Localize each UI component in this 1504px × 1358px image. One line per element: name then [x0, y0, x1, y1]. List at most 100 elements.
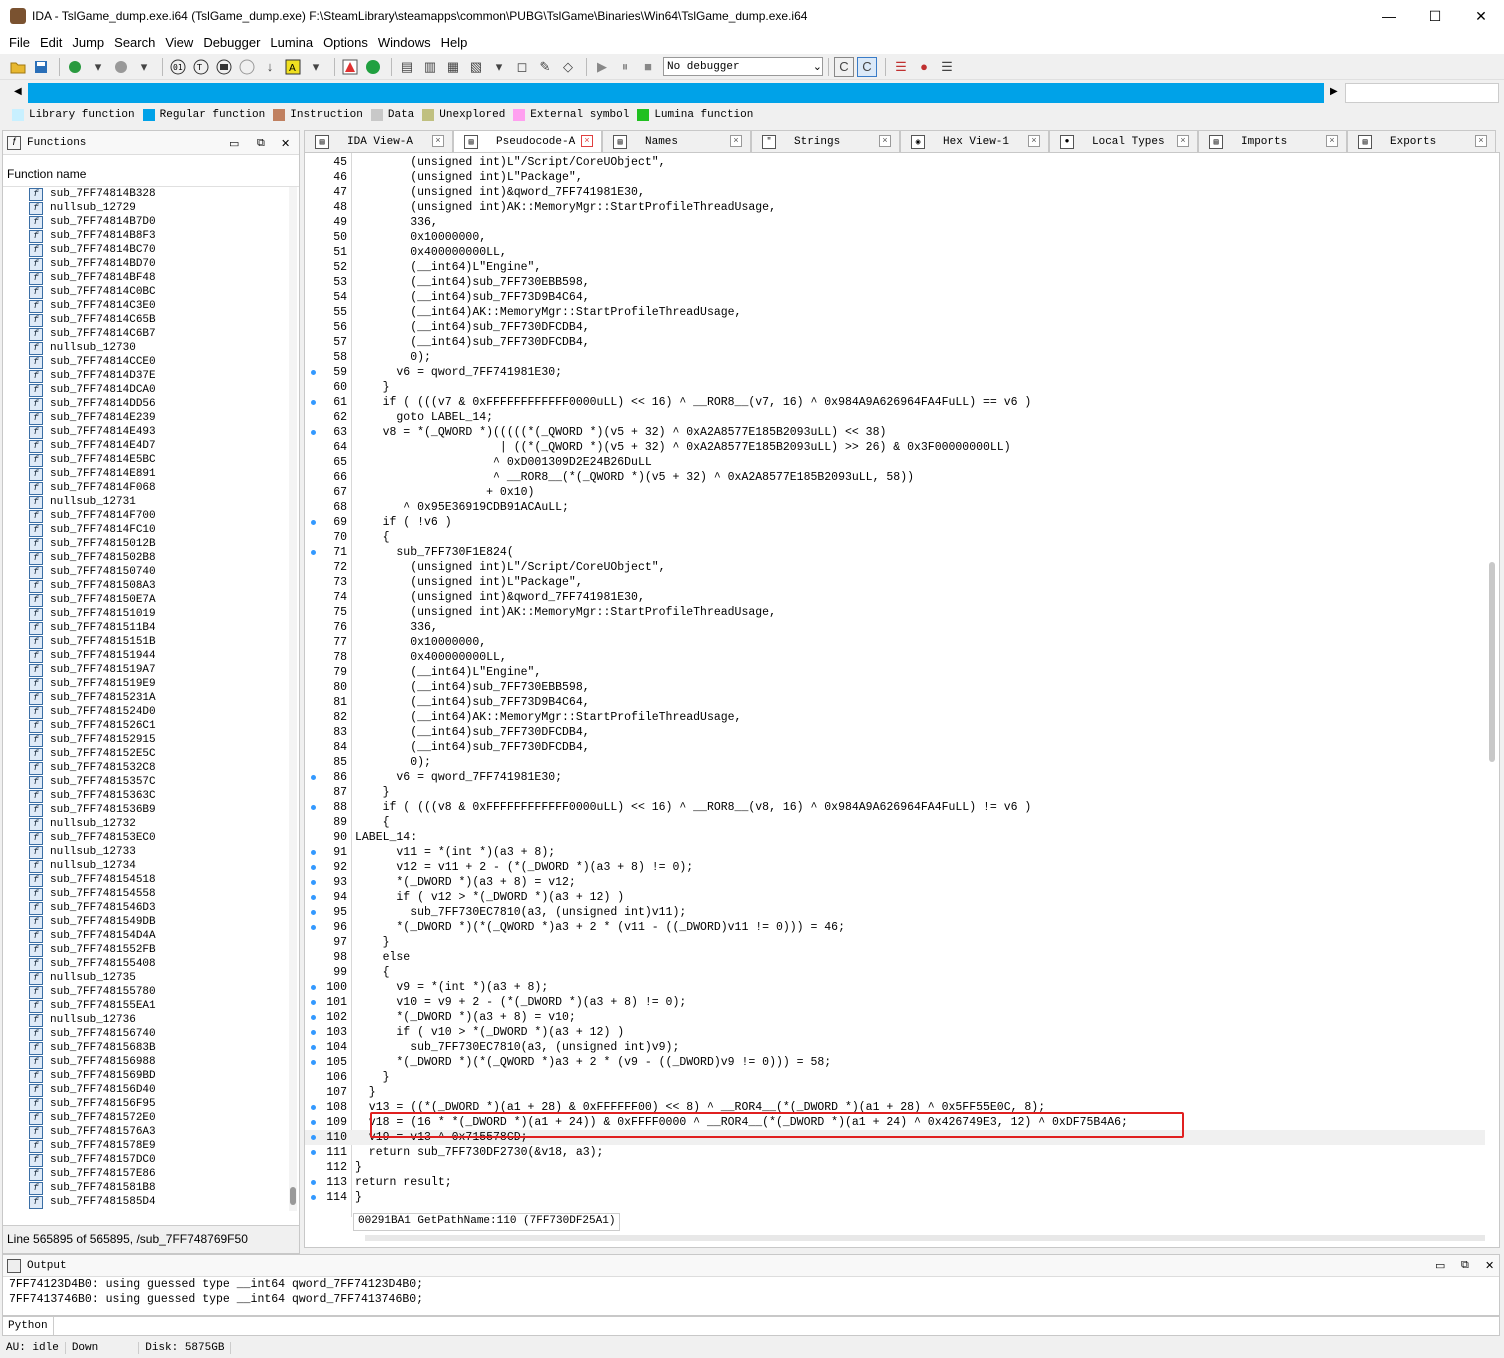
- menu-help[interactable]: Help: [436, 32, 473, 54]
- function-list-item[interactable]: f sub_7FF74814C65B: [3, 313, 299, 327]
- code-line[interactable]: 105 *(_DWORD *)(*(_QWORD *)a3 + 2 * (v9 …: [305, 1055, 1485, 1070]
- function-list-item[interactable]: f sub_7FF74814B7D0: [3, 215, 299, 229]
- function-list-item[interactable]: f sub_7FF748156740: [3, 1027, 299, 1041]
- menu-file[interactable]: File: [4, 32, 35, 54]
- function-list-item[interactable]: f sub_7FF7481524D0: [3, 705, 299, 719]
- function-list-item[interactable]: f sub_7FF7481569BD: [3, 1069, 299, 1083]
- function-list-item[interactable]: f sub_7FF748155780: [3, 985, 299, 999]
- function-list-item[interactable]: f sub_7FF7481502B8: [3, 551, 299, 565]
- search-next-icon[interactable]: [237, 57, 257, 77]
- breakpoint-list-icon[interactable]: ☰: [891, 57, 911, 77]
- struct-icon[interactable]: ▦: [443, 57, 463, 77]
- function-list-item[interactable]: f sub_7FF74814FC10: [3, 523, 299, 537]
- code-line[interactable]: 51 0x400000000LL,: [305, 245, 1485, 260]
- code-line[interactable]: 72 (unsigned int)L"/Script/CoreUObject",: [305, 560, 1485, 575]
- code-line[interactable]: 63 v8 = *(_QWORD *)(((((*(_QWORD *)(v5 +…: [305, 425, 1485, 440]
- diamond-icon[interactable]: ◇: [558, 57, 578, 77]
- code-line[interactable]: 96 *(_DWORD *)(*(_QWORD *)a3 + 2 * (v11 …: [305, 920, 1485, 935]
- pseudocode-refresh-icon[interactable]: C: [857, 56, 877, 77]
- code-line[interactable]: 49 336,: [305, 215, 1485, 230]
- nav-left-arrow-icon[interactable]: ◀: [14, 86, 22, 97]
- function-list-item[interactable]: f sub_7FF74814C6B7: [3, 327, 299, 341]
- python-button[interactable]: Python: [3, 1317, 54, 1335]
- code-line[interactable]: 46 (unsigned int)L"Package",: [305, 170, 1485, 185]
- function-list-item[interactable]: f sub_7FF74815151B: [3, 635, 299, 649]
- code-line[interactable]: 80 (__int64)sub_7FF730EBB598,: [305, 680, 1485, 695]
- function-list-item[interactable]: f sub_7FF748150E7A: [3, 593, 299, 607]
- menu-options[interactable]: Options: [318, 32, 373, 54]
- function-list-item[interactable]: f sub_7FF7481508A3: [3, 579, 299, 593]
- code-line[interactable]: 71 sub_7FF730F1E824(: [305, 545, 1485, 560]
- code-line[interactable]: 88 if ( (((v8 & 0xFFFFFFFFFFFF0000uLL) <…: [305, 800, 1485, 815]
- code-line[interactable]: 101 v10 = v9 + 2 - (*(_DWORD *)(a3 + 8) …: [305, 995, 1485, 1010]
- run-green-icon[interactable]: [363, 57, 383, 77]
- debugger-select[interactable]: No debugger ⌄: [663, 57, 823, 76]
- code-line[interactable]: 84 (__int64)sub_7FF730DFCDB4,: [305, 740, 1485, 755]
- breakpoint-add-icon[interactable]: ●: [914, 57, 934, 77]
- code-line[interactable]: 89 {: [305, 815, 1485, 830]
- nav-combo[interactable]: [1345, 83, 1499, 103]
- tab-close-icon[interactable]: ×: [581, 135, 593, 147]
- scrollbar-thumb[interactable]: [1489, 562, 1495, 762]
- tab-close-icon[interactable]: ×: [1326, 135, 1338, 147]
- tab-close-icon[interactable]: ×: [1177, 135, 1189, 147]
- function-list-item[interactable]: f sub_7FF7481511B4: [3, 621, 299, 635]
- menu-windows[interactable]: Windows: [373, 32, 436, 54]
- function-list-item[interactable]: f sub_7FF748156D40: [3, 1083, 299, 1097]
- function-list-item[interactable]: f sub_7FF74814E5BC: [3, 453, 299, 467]
- code-icon[interactable]: ▤: [397, 57, 417, 77]
- tab-names[interactable]: ▤ Names ×: [602, 130, 751, 152]
- code-line[interactable]: 79 (__int64)L"Engine",: [305, 665, 1485, 680]
- code-line[interactable]: 65 ^ 0xD001309D2E24B26DuLL: [305, 455, 1485, 470]
- function-list-item[interactable]: f sub_7FF748152E5C: [3, 747, 299, 761]
- function-list-item[interactable]: f sub_7FF748155EA1: [3, 999, 299, 1013]
- function-list-item[interactable]: f sub_7FF74815683B: [3, 1041, 299, 1055]
- code-line[interactable]: 76 336,: [305, 620, 1485, 635]
- function-list-item[interactable]: f sub_7FF748155408: [3, 957, 299, 971]
- menu-search[interactable]: Search: [109, 32, 160, 54]
- code-line[interactable]: 106 }: [305, 1070, 1485, 1085]
- dropdown-arrow-icon[interactable]: ▾: [88, 57, 108, 77]
- pseudocode-c-icon[interactable]: C: [834, 56, 854, 77]
- nav-right-arrow-icon[interactable]: ▶: [1330, 86, 1338, 97]
- binary-search-icon[interactable]: 01: [168, 57, 188, 77]
- function-list-item[interactable]: f sub_7FF7481572E0: [3, 1111, 299, 1125]
- function-list-item[interactable]: f sub_7FF748153EC0: [3, 831, 299, 845]
- immediate-search-icon[interactable]: [214, 57, 234, 77]
- code-line[interactable]: 60 }: [305, 380, 1485, 395]
- code-line[interactable]: 81 (__int64)sub_7FF73D9B4C64,: [305, 695, 1485, 710]
- navigation-band-bar[interactable]: [28, 83, 1324, 103]
- code-line[interactable]: 82 (__int64)AK::MemoryMgr::StartProfileT…: [305, 710, 1485, 725]
- code-line[interactable]: 45 (unsigned int)L"/Script/CoreUObject",: [305, 155, 1485, 170]
- code-line[interactable]: 54 (__int64)sub_7FF73D9B4C64,: [305, 290, 1485, 305]
- code-line[interactable]: 67 + 0x10): [305, 485, 1485, 500]
- function-list-item[interactable]: f nullsub_12730: [3, 341, 299, 355]
- tab-close-icon[interactable]: ×: [1028, 135, 1040, 147]
- code-line[interactable]: 78 0x400000000LL,: [305, 650, 1485, 665]
- function-list-item[interactable]: f sub_7FF74814CCE0: [3, 355, 299, 369]
- code-line[interactable]: 61 if ( (((v7 & 0xFFFFFFFFFFFF0000uLL) <…: [305, 395, 1485, 410]
- function-list-item[interactable]: f sub_7FF7481546D3: [3, 901, 299, 915]
- function-list-item[interactable]: f sub_7FF748157DC0: [3, 1153, 299, 1167]
- function-list-item[interactable]: f sub_7FF74814E891: [3, 467, 299, 481]
- function-list-item[interactable]: f sub_7FF748151944: [3, 649, 299, 663]
- tab-local-types[interactable]: ● Local Types ×: [1049, 130, 1198, 152]
- code-line[interactable]: 62 goto LABEL_14;: [305, 410, 1485, 425]
- function-list-item[interactable]: f sub_7FF74814C0BC: [3, 285, 299, 299]
- code-line[interactable]: 66 ^ __ROR8__(*(_QWORD *)(v5 + 32) ^ 0xA…: [305, 470, 1485, 485]
- function-list-item[interactable]: f sub_7FF74814DD56: [3, 397, 299, 411]
- menu-view[interactable]: View: [160, 32, 198, 54]
- highlight-icon[interactable]: A: [283, 57, 303, 77]
- save-icon[interactable]: [31, 57, 51, 77]
- code-line[interactable]: 58 0);: [305, 350, 1485, 365]
- function-list-item[interactable]: f sub_7FF7481519E9: [3, 677, 299, 691]
- function-list-item[interactable]: f sub_7FF748154D4A: [3, 929, 299, 943]
- function-list-item[interactable]: f sub_7FF7481552FB: [3, 943, 299, 957]
- function-list-item[interactable]: f sub_7FF748154518: [3, 873, 299, 887]
- code-line[interactable]: 104 sub_7FF730EC7810(a3, (unsigned int)v…: [305, 1040, 1485, 1055]
- panel-float-icon[interactable]: ⧉: [257, 137, 265, 150]
- code-line[interactable]: 113 return result;: [305, 1175, 1485, 1190]
- code-line[interactable]: 90 LABEL_14:: [305, 830, 1485, 845]
- tab-exports[interactable]: ▤ Exports ×: [1347, 130, 1496, 152]
- code-line[interactable]: 68 ^ 0x95E36919CDB91ACAuLL;: [305, 500, 1485, 515]
